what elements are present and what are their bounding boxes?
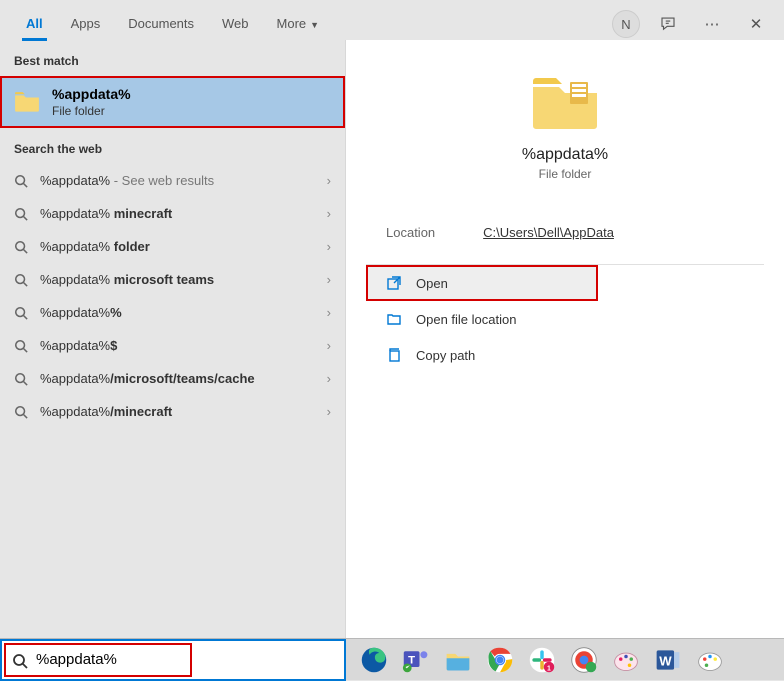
tab-documents[interactable]: Documents xyxy=(114,8,208,41)
web-search-header: Search the web xyxy=(0,128,345,164)
chrome-icon[interactable] xyxy=(484,644,516,676)
folder-open-icon xyxy=(386,311,402,327)
web-suggestion[interactable]: %appdata% microsoft teams› xyxy=(0,263,345,296)
chevron-right-icon: › xyxy=(327,272,331,287)
close-icon[interactable]: ✕ xyxy=(740,8,772,40)
svg-text:W: W xyxy=(659,653,672,668)
chevron-right-icon: › xyxy=(327,173,331,188)
open-label: Open xyxy=(416,276,448,291)
folder-icon xyxy=(530,72,600,132)
open-file-location-action[interactable]: Open file location xyxy=(366,301,764,337)
tab-apps[interactable]: Apps xyxy=(57,8,115,41)
tab-web[interactable]: Web xyxy=(208,8,263,41)
search-icon xyxy=(14,207,28,221)
paint-icon[interactable] xyxy=(610,644,642,676)
suggestion-text: %appdata%% xyxy=(40,305,331,320)
web-suggestion[interactable]: %appdata%/microsoft/teams/cache› xyxy=(0,362,345,395)
web-suggestion[interactable]: %appdata%%› xyxy=(0,296,345,329)
user-avatar[interactable]: N xyxy=(612,10,640,38)
web-suggestion[interactable]: %appdata%$› xyxy=(0,329,345,362)
tab-more[interactable]: More▼ xyxy=(263,8,334,41)
suggestion-text: %appdata% folder xyxy=(40,239,331,254)
tab-all[interactable]: All xyxy=(12,8,57,41)
chevron-right-icon: › xyxy=(327,206,331,221)
search-icon xyxy=(14,405,28,419)
best-match-result[interactable]: %appdata% File folder xyxy=(0,76,345,128)
search-icon xyxy=(14,240,28,254)
open-icon xyxy=(386,275,402,291)
file-explorer-icon[interactable] xyxy=(442,644,474,676)
suggestion-text: %appdata% - See web results xyxy=(40,173,331,188)
slack-icon[interactable]: 1 xyxy=(526,644,558,676)
chevron-right-icon: › xyxy=(327,239,331,254)
preview-subtitle: File folder xyxy=(539,167,592,181)
chevron-right-icon: › xyxy=(327,338,331,353)
copy-icon xyxy=(386,347,402,363)
word-icon[interactable]: W xyxy=(652,644,684,676)
feedback-icon[interactable] xyxy=(652,8,684,40)
preview-pane: %appdata% File folder Location C:\Users\… xyxy=(346,40,784,638)
search-icon xyxy=(14,306,28,320)
web-suggestion[interactable]: %appdata% minecraft› xyxy=(0,197,345,230)
more-options-icon[interactable]: ⋯ xyxy=(696,8,728,40)
location-label: Location xyxy=(386,225,435,240)
suggestion-text: %appdata% microsoft teams xyxy=(40,272,331,287)
search-input[interactable] xyxy=(36,651,334,668)
best-match-subtitle: File folder xyxy=(52,104,131,118)
best-match-header: Best match xyxy=(0,40,345,76)
best-match-title: %appdata% xyxy=(52,86,131,102)
web-suggestion[interactable]: %appdata% folder› xyxy=(0,230,345,263)
suggestion-text: %appdata% minecraft xyxy=(40,206,331,221)
copy-path-label: Copy path xyxy=(416,348,475,363)
palette-icon[interactable] xyxy=(694,644,726,676)
location-value[interactable]: C:\Users\Dell\AppData xyxy=(483,225,614,240)
open-action[interactable]: Open xyxy=(366,265,598,301)
taskbar-search[interactable] xyxy=(0,639,346,681)
search-icon xyxy=(14,372,28,386)
search-icon xyxy=(14,339,28,353)
chevron-right-icon: › xyxy=(327,305,331,320)
teams-icon[interactable]: T xyxy=(400,644,432,676)
results-pane: Best match %appdata% File folder Search … xyxy=(0,40,346,638)
open-file-location-label: Open file location xyxy=(416,312,516,327)
search-icon xyxy=(14,273,28,287)
suggestion-text: %appdata%$ xyxy=(40,338,331,353)
suggestion-text: %appdata%/microsoft/teams/cache xyxy=(40,371,331,386)
preview-title: %appdata% xyxy=(522,146,608,164)
search-icon xyxy=(14,174,28,188)
chevron-right-icon: › xyxy=(327,371,331,386)
location-row: Location C:\Users\Dell\AppData xyxy=(366,205,764,264)
chevron-right-icon: › xyxy=(327,404,331,419)
folder-icon xyxy=(14,91,40,113)
taskbar-apps: T 1 W xyxy=(346,644,726,676)
search-tabs: All Apps Documents Web More▼ N ⋯ ✕ xyxy=(0,0,784,40)
suggestion-text: %appdata%/minecraft xyxy=(40,404,331,419)
search-icon xyxy=(12,653,26,667)
svg-text:1: 1 xyxy=(547,665,551,672)
edge-icon[interactable] xyxy=(358,644,390,676)
taskbar: T 1 W xyxy=(0,638,784,680)
copy-path-action[interactable]: Copy path xyxy=(366,337,764,373)
web-suggestion[interactable]: %appdata%/minecraft› xyxy=(0,395,345,428)
web-suggestion[interactable]: %appdata% - See web results› xyxy=(0,164,345,197)
chrome-canary-icon[interactable] xyxy=(568,644,600,676)
chevron-down-icon: ▼ xyxy=(310,20,319,30)
